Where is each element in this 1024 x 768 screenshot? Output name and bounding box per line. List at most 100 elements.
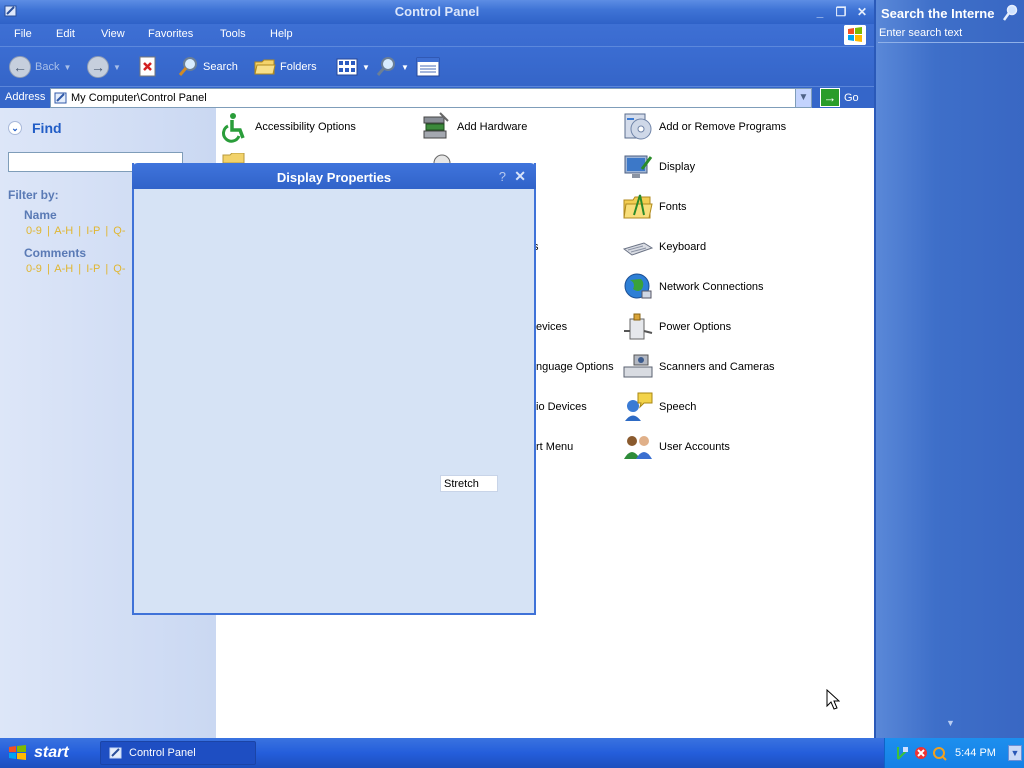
display-icon xyxy=(624,155,653,178)
position-select[interactable]: Stretch xyxy=(440,475,498,492)
item-partial-language[interactable]: nguage Options xyxy=(536,351,614,383)
scroll-down-icon[interactable]: ▼ xyxy=(946,718,955,728)
update-tray-icon[interactable] xyxy=(931,745,947,761)
system-tray: 5:44 PM ▼ xyxy=(884,738,1024,768)
details-view-icon[interactable] xyxy=(416,57,440,77)
fonts-folder-icon xyxy=(623,194,653,219)
filter-by-label: Filter by: xyxy=(8,188,59,202)
address-dropdown-icon[interactable]: ▼ xyxy=(795,89,811,107)
security-tray-icon[interactable] xyxy=(913,745,929,761)
taskbar-item-label: Control Panel xyxy=(129,747,196,759)
close-button[interactable]: ✕ xyxy=(854,4,870,20)
folder-icon-partial xyxy=(222,153,245,163)
views-dropdown-icon: ▼ xyxy=(362,62,370,72)
views-button[interactable]: ▼ xyxy=(336,55,370,79)
title-bar[interactable]: Control Panel _ ❐ ✕ xyxy=(0,0,874,24)
taskbar-item-control-panel[interactable]: Control Panel xyxy=(100,741,256,765)
address-input[interactable]: My Computer\Control Panel ▼ xyxy=(50,88,812,108)
item-label: nguage Options xyxy=(536,361,614,373)
dialog-help-button[interactable]: ? xyxy=(499,169,506,184)
item-partial-start-menu[interactable]: rt Menu xyxy=(536,431,573,463)
search-icon[interactable] xyxy=(1002,4,1018,22)
menu-edit[interactable]: Edit xyxy=(56,28,75,40)
item-display[interactable]: Display xyxy=(622,151,695,183)
filter-link[interactable]: 0-9 xyxy=(26,263,42,275)
clock: 5:44 PM xyxy=(955,747,996,759)
item-label: Fonts xyxy=(659,201,687,213)
find-header[interactable]: ⌄ Find xyxy=(8,120,62,136)
back-dropdown-icon[interactable]: ▼ xyxy=(63,63,71,72)
accessibility-icon xyxy=(222,113,245,143)
filter-link[interactable]: I-P xyxy=(86,225,100,237)
item-fonts[interactable]: Fonts xyxy=(622,191,687,223)
item-accessibility-options[interactable]: Accessibility Options xyxy=(218,111,356,143)
item-label: Display xyxy=(659,161,696,173)
item-keyboard[interactable]: Keyboard xyxy=(622,231,706,263)
forward-arrow-icon: → xyxy=(87,56,109,78)
views-icon xyxy=(336,58,358,76)
item-label: Speech xyxy=(659,401,697,413)
up-folder-icon[interactable] xyxy=(138,56,158,78)
search-pane-title: Search the Interne xyxy=(881,6,995,21)
go-button[interactable]: → Go xyxy=(820,88,859,107)
tray-expand-icon[interactable]: ▼ xyxy=(1008,745,1022,761)
item-speech[interactable]: Speech xyxy=(622,391,696,423)
search-button[interactable]: Search xyxy=(177,55,238,79)
windows-flag-icon xyxy=(9,745,26,760)
item-partial-audio-devices[interactable]: io Devices xyxy=(536,391,587,423)
find-tool-button[interactable]: ▼ xyxy=(375,55,409,79)
link-separator: | xyxy=(78,263,82,275)
link-separator: | xyxy=(105,225,109,237)
item-scanners-cameras[interactable]: Scanners and Cameras xyxy=(622,351,775,383)
folders-button[interactable]: Folders xyxy=(254,55,317,79)
filter-link[interactable]: Q- xyxy=(113,225,125,237)
taskbar: start Control Panel 5:44 PM ▼ xyxy=(0,738,1024,768)
item-network-connections[interactable]: Network Connections xyxy=(622,271,764,303)
mouse-cursor-icon xyxy=(826,689,840,710)
start-button[interactable]: start xyxy=(0,738,96,768)
item-power-options[interactable]: Power Options xyxy=(622,311,731,343)
menu-favorites[interactable]: Favorites xyxy=(148,28,193,40)
item-label: rt Menu xyxy=(536,441,574,453)
chevron-down-icon[interactable]: ⌄ xyxy=(8,121,22,135)
add-hardware-icon xyxy=(423,112,449,139)
search-input[interactable]: Enter search text xyxy=(878,25,1024,43)
filter-link[interactable]: A-H xyxy=(54,263,73,275)
link-separator: | xyxy=(46,225,50,237)
filter-link[interactable]: 0-9 xyxy=(26,225,42,237)
menu-help[interactable]: Help xyxy=(270,28,293,40)
item-user-accounts[interactable]: User Accounts xyxy=(622,431,730,463)
dialog-close-button[interactable]: ✕ xyxy=(514,168,526,185)
forward-button[interactable]: → ▼ xyxy=(87,55,121,79)
power-options-icon xyxy=(624,313,653,340)
back-arrow-icon: ← xyxy=(9,56,31,78)
dialog-title-bar[interactable]: Display Properties ? ✕ xyxy=(132,163,536,189)
speech-icon xyxy=(625,392,653,421)
item-label: User Accounts xyxy=(659,441,730,453)
restore-button[interactable]: ❐ xyxy=(833,4,849,20)
minimize-button[interactable]: _ xyxy=(812,4,828,20)
link-separator: | xyxy=(105,263,109,275)
find-title: Find xyxy=(32,120,62,136)
address-bar: Address My Computer\Control Panel ▼ → Go xyxy=(0,86,874,108)
menu-view[interactable]: View xyxy=(101,28,125,40)
item-add-hardware[interactable]: Add Hardware xyxy=(420,111,527,143)
back-button[interactable]: ← Back ▼ xyxy=(9,55,71,79)
filter-name-links: 0-9 | A-H | I-P | Q- xyxy=(26,225,134,237)
filter-link[interactable]: Q- xyxy=(113,263,125,275)
forward-dropdown-icon[interactable]: ▼ xyxy=(113,63,121,72)
menu-bar: File Edit View Favorites Tools Help xyxy=(0,24,874,46)
menu-file[interactable]: File xyxy=(14,28,32,40)
control-panel-task-icon xyxy=(109,747,122,759)
filter-link[interactable]: A-H xyxy=(54,225,73,237)
item-label: io Devices xyxy=(536,401,587,413)
network-tray-icon[interactable] xyxy=(895,745,909,761)
item-label: Scanners and Cameras xyxy=(659,361,775,373)
menu-tools[interactable]: Tools xyxy=(220,28,246,40)
date-time-icon-partial xyxy=(433,154,451,163)
filter-link[interactable]: I-P xyxy=(86,263,100,275)
filter-group-comments: Comments xyxy=(24,246,87,260)
item-partial-devices[interactable]: evices xyxy=(536,311,567,343)
item-add-remove-programs[interactable]: Add or Remove Programs xyxy=(622,111,786,143)
filter-comments-links: 0-9 | A-H | I-P | Q- xyxy=(26,263,134,275)
